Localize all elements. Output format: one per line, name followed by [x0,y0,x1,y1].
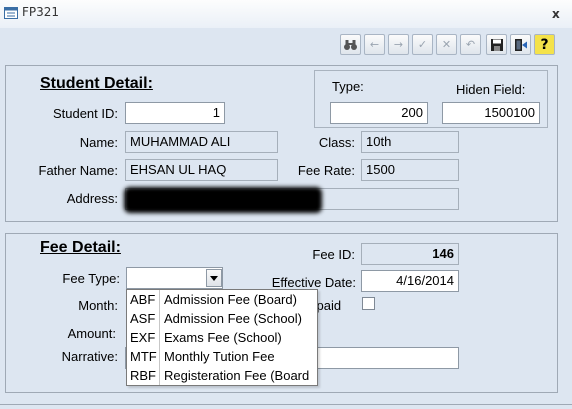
option-code: EXF [130,330,156,345]
cancel-x-icon: ✕ [441,38,452,51]
dropdown-option[interactable]: MTF Monthly Tution Fee [127,347,317,366]
class-field[interactable]: 10th [361,131,459,153]
student-id-field[interactable]: 1 [125,102,225,124]
toolbar: ← → ✓ ✕ ↶ ? [340,34,558,57]
option-code: ASF [130,311,156,326]
fee-rate-label: Fee Rate: [297,163,355,178]
cancel-button[interactable]: ✕ [436,34,457,55]
amount-label: Amount: [67,326,116,341]
window-title: FP321 [22,5,60,19]
option-name: Admission Fee (School) [164,311,302,326]
save-disk-icon [490,38,503,51]
form-bottom-border [0,404,572,409]
form-icon [4,7,18,19]
address-label: Address: [66,191,118,206]
option-code: MTF [130,349,157,364]
type-field[interactable]: 200 [330,102,428,124]
binoculars-icon [344,39,357,50]
fee-type-label: Fee Type: [62,271,120,286]
hidden-field-label: Hiden Field: [456,82,526,97]
chevron-down-icon [210,275,218,281]
close-icon[interactable]: x [552,7,560,21]
option-code: RBF [130,368,156,383]
save-button[interactable] [486,34,507,55]
fee-type-dropdown-list: ABF Admission Fee (Board) ASF Admission … [126,289,318,386]
option-name: Exams Fee (School) [164,330,282,345]
exit-door-icon [514,38,527,51]
previous-button[interactable]: ← [364,34,385,55]
title-bar: FP321 x [0,0,572,29]
dropdown-option[interactable]: RBF Registeration Fee (Board [127,366,317,385]
option-code: ABF [130,292,156,307]
exit-button[interactable] [510,34,531,55]
fee-id-field[interactable]: 146 [361,243,459,265]
narrative-label: Narrative: [61,349,118,364]
effective-date-field[interactable]: 4/16/2014 [361,270,459,292]
unpaid-checkbox[interactable] [362,297,375,310]
dropdown-option[interactable]: ASF Admission Fee (School) [127,309,317,328]
option-name: Admission Fee (Board) [164,292,297,307]
father-name-label: Father Name: [38,163,118,178]
hidden-field[interactable]: 1500100 [442,102,540,124]
dropdown-option[interactable]: EXF Exams Fee (School) [127,328,317,347]
fee-id-label: Fee ID: [312,247,355,262]
dropdown-option[interactable]: ABF Admission Fee (Board) [127,290,317,309]
fee-detail-heading: Fee Detail: [40,239,121,256]
option-name: Monthly Tution Fee [164,349,275,364]
type-label: Type: [332,79,364,94]
student-detail-heading: Student Detail: [40,75,153,92]
father-name-field[interactable]: EHSAN UL HAQ [125,159,278,181]
undo-icon: ↶ [465,38,476,51]
name-label: Name: [79,135,118,150]
arrow-right-icon: → [393,38,404,51]
arrow-left-icon: ← [369,38,380,51]
help-button[interactable]: ? [534,34,555,55]
redacted-address [124,187,322,213]
student-id-label: Student ID: [52,106,118,121]
fee-type-combo[interactable] [126,267,223,289]
undo-button[interactable]: ↶ [460,34,481,55]
class-label: Class: [318,135,355,150]
name-field[interactable]: MUHAMMAD ALI [125,131,278,153]
month-label: Month: [78,298,118,313]
next-button[interactable]: → [388,34,409,55]
option-name: Registeration Fee (Board [164,368,310,383]
help-question-icon: ? [540,36,549,53]
confirm-button[interactable]: ✓ [412,34,433,55]
fee-type-dropdown-button[interactable] [206,269,222,287]
fee-rate-field[interactable]: 1500 [361,159,459,181]
check-icon: ✓ [417,38,428,51]
effective-date-label: Effective Date: [271,275,356,290]
find-button[interactable] [340,34,361,55]
